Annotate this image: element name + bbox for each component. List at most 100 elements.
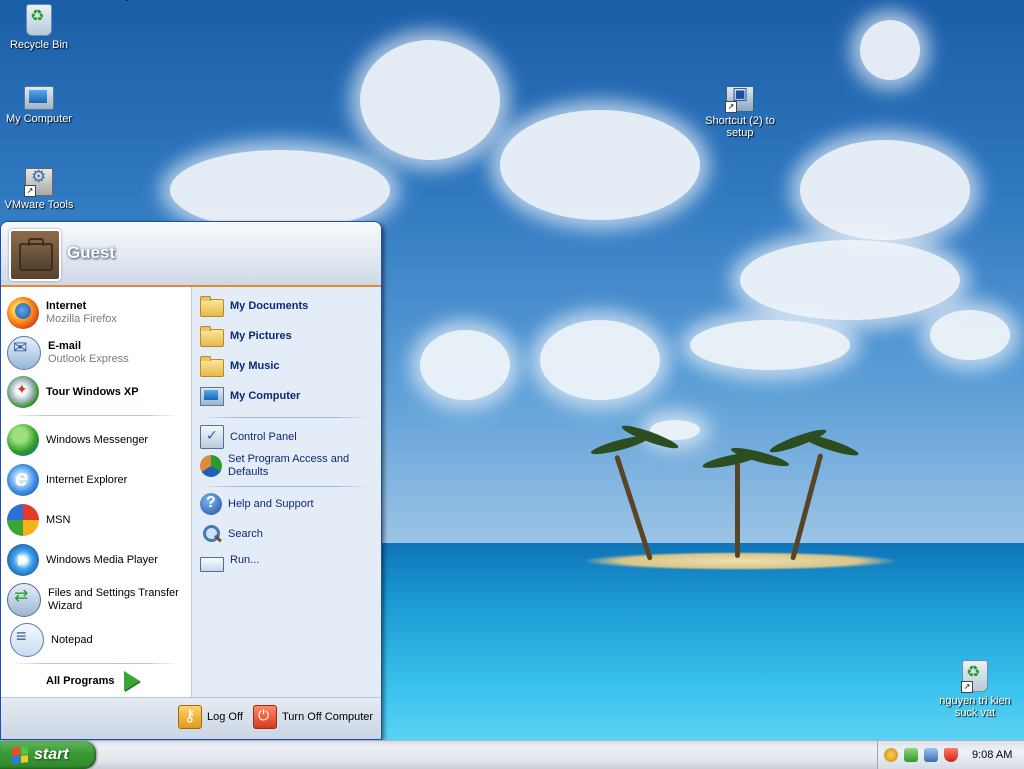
start-menu-header: Guest — [1, 222, 381, 287]
folder-icon — [200, 326, 224, 347]
log-off-label: Log Off — [207, 711, 243, 723]
recent-item-label: Tour Windows XP — [46, 385, 139, 398]
desktop-icon-nguyen-tri-kien[interactable]: ↗ nguyen tri kien suck vat — [936, 660, 1014, 719]
folder-icon — [200, 296, 224, 317]
wallpaper-island — [585, 552, 895, 570]
turn-off-label: Turn Off Computer — [282, 711, 374, 723]
tool-item-help-support[interactable]: Help and Support — [200, 493, 376, 515]
msn-icon — [7, 504, 39, 536]
pinned-item-internet[interactable]: Internet Mozilla Firefox — [7, 295, 185, 331]
setting-item-label: Set Program Access and Defaults — [228, 453, 350, 478]
tray-security-shield-icon[interactable] — [944, 748, 958, 762]
turn-off-computer-button[interactable]: Turn Off Computer — [253, 705, 373, 729]
recent-item-msn[interactable]: MSN — [7, 502, 185, 538]
start-menu-programs-pane: InternetMozilla Firefox E-mailOutlook Ex… — [1, 287, 191, 697]
setting-item-label: Control Panel — [230, 430, 297, 443]
help-icon — [200, 493, 222, 515]
taskbar: start 9:08 AM — [0, 740, 1024, 769]
tray-status-icon[interactable] — [884, 748, 898, 762]
tray-vmware-icon[interactable] — [924, 748, 938, 762]
desktop-icon-label: Shortcut (2) to setup — [705, 115, 775, 139]
internet-explorer-icon — [7, 464, 39, 496]
desktop-icon-shortcut-setup[interactable]: ↗ Shortcut (2) to setup — [701, 86, 779, 139]
menu-separator — [11, 663, 179, 664]
program-access-icon — [200, 455, 222, 477]
place-item-label: My Computer — [230, 390, 301, 402]
system-tray: 9:08 AM — [877, 741, 1024, 769]
key-icon — [178, 705, 202, 729]
desktop-icon-vmware-tools[interactable]: ↗ VMware Tools — [0, 168, 78, 211]
desktop-icon-label: nguyen tri kien suck vat — [939, 695, 1011, 719]
arrow-right-icon — [124, 671, 141, 691]
wallpaper-cloud — [420, 330, 510, 400]
wallpaper-cloud — [690, 320, 850, 370]
setting-item-control-panel[interactable]: Control Panel — [200, 425, 376, 449]
wallpaper-cloud — [170, 150, 390, 230]
setting-item-program-access[interactable]: Set Program Access and Defaults — [200, 453, 376, 479]
all-programs-label: All Programs — [46, 675, 115, 687]
recent-item-label: Windows Media Player — [46, 553, 158, 566]
network-setup-icon: ↗ — [725, 86, 754, 113]
wallpaper-cloud — [740, 240, 960, 320]
clock[interactable]: 9:08 AM — [972, 749, 1012, 761]
place-item-label: My Music — [230, 359, 280, 372]
all-programs-button[interactable]: All Programs — [46, 671, 141, 691]
desktop-icon-label: Recycle Bin — [9, 39, 69, 51]
user-name: Guest — [67, 243, 116, 262]
recent-item-label: MSN — [46, 513, 71, 526]
notepad-icon — [10, 623, 44, 657]
shortcut-arrow-icon: ↗ — [961, 681, 973, 693]
menu-separator — [200, 417, 372, 418]
place-item-my-music[interactable]: My Music — [200, 356, 376, 377]
transfer-wizard-icon — [7, 583, 41, 617]
control-panel-icon — [200, 425, 224, 449]
wallpaper-cloud — [800, 140, 970, 240]
recycle-shortcut-icon: ↗ — [961, 660, 988, 693]
desktop-icon-label: VMware Tools — [4, 199, 74, 211]
tool-item-label: Run... — [230, 554, 260, 566]
desktop-icon-my-computer[interactable]: My Computer — [0, 86, 78, 125]
recent-item-label: Notepad — [51, 633, 93, 646]
start-button[interactable]: start — [0, 741, 96, 769]
computer-icon — [200, 387, 224, 406]
recent-item-notepad[interactable]: Notepad — [7, 622, 185, 658]
recent-item-internet-explorer[interactable]: Internet Explorer — [7, 462, 185, 498]
pinned-item-email[interactable]: E-mailOutlook Express — [7, 335, 185, 371]
recent-item-label: Files and Settings Transfer Wizard — [48, 587, 179, 612]
tool-item-label: Search — [228, 527, 263, 540]
pinned-item-title: E-mail — [48, 340, 82, 352]
recent-item-tour-windows[interactable]: Tour Windows XP — [7, 374, 185, 410]
pinned-item-subtitle: Outlook Express — [48, 353, 129, 365]
wallpaper-cloud — [540, 320, 660, 400]
recent-item-media-player[interactable]: Windows Media Player — [7, 542, 185, 578]
desktop-icon-label: My Computer — [5, 113, 73, 125]
start-button-label: start — [34, 746, 69, 763]
log-off-button[interactable]: Log Off — [178, 705, 243, 729]
email-icon — [7, 336, 41, 370]
wallpaper-cloud — [500, 110, 700, 220]
recent-item-label: Internet Explorer — [46, 473, 128, 486]
place-item-label: My Pictures — [230, 329, 292, 342]
recent-item-windows-messenger[interactable]: Windows Messenger — [7, 422, 185, 458]
power-icon — [253, 705, 277, 729]
shortcut-arrow-icon: ↗ — [725, 101, 737, 113]
palm-trunk — [735, 462, 740, 558]
windows-logo-icon — [12, 746, 28, 764]
tool-item-search[interactable]: Search — [200, 523, 376, 545]
desktop-icon-recycle-bin[interactable]: Recycle Bin — [0, 4, 78, 51]
place-item-my-computer[interactable]: My Computer — [200, 387, 376, 406]
tray-network-icon[interactable] — [904, 748, 918, 762]
recent-item-transfer-wizard[interactable]: Files and Settings Transfer Wizard — [7, 582, 185, 618]
media-player-icon — [7, 544, 39, 576]
wallpaper-cloud — [930, 310, 1010, 360]
computer-icon — [24, 86, 54, 110]
folder-icon — [200, 356, 224, 377]
recent-item-label: Windows Messenger — [46, 433, 149, 446]
place-item-my-pictures[interactable]: My Pictures — [200, 326, 376, 347]
user-avatar[interactable] — [9, 229, 61, 281]
firefox-icon — [7, 297, 39, 329]
menu-separator — [11, 415, 179, 416]
tour-icon — [7, 376, 39, 408]
tool-item-run[interactable]: Run... — [200, 553, 376, 572]
place-item-my-documents[interactable]: My Documents — [200, 296, 376, 317]
